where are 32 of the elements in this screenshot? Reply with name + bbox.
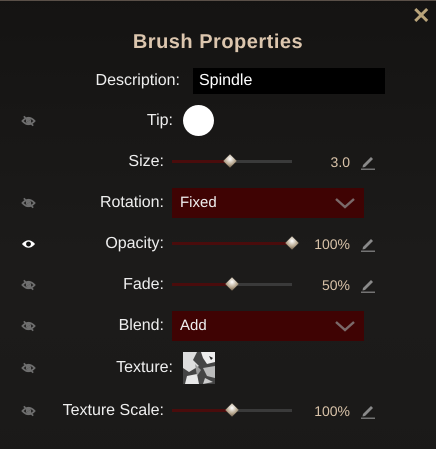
description-field[interactable]: Spindle	[193, 68, 385, 94]
field-label: Texture:	[115, 359, 173, 377]
field-label: Rotation:	[98, 194, 164, 212]
chevron-down-icon	[334, 196, 356, 208]
field-label: Opacity:	[104, 234, 164, 252]
slider-value: 50%	[320, 276, 350, 292]
hidden-eye-icon[interactable]	[20, 196, 36, 208]
dropdown[interactable]: Add	[172, 310, 364, 340]
dropdown[interactable]: Fixed	[172, 188, 364, 218]
hidden-eye-icon[interactable]	[20, 404, 36, 416]
dialog-title: Brush Properties	[132, 31, 304, 54]
slider-thumb[interactable]	[285, 236, 299, 250]
slider-value: 3.0	[330, 154, 350, 170]
close-button[interactable]: ✕	[412, 5, 430, 27]
slider-value: 100%	[313, 402, 350, 418]
hidden-eye-icon[interactable]	[20, 278, 36, 290]
field-label: Fade:	[122, 276, 164, 294]
brush-tip-swatch[interactable]	[183, 105, 214, 136]
hidden-eye-icon[interactable]	[20, 320, 36, 332]
slider-thumb[interactable]	[225, 403, 239, 417]
slider-thumb[interactable]	[222, 154, 236, 168]
field-label: Texture Scale:	[62, 402, 164, 420]
field-label: Blend:	[118, 316, 164, 334]
chevron-down-icon	[334, 320, 356, 332]
slider-thumb[interactable]	[225, 277, 239, 291]
hidden-eye-icon[interactable]	[20, 114, 36, 126]
field-label: Description:	[94, 72, 180, 90]
field-label: Size:	[127, 152, 164, 170]
slider-value: 100%	[313, 236, 350, 252]
eye-icon[interactable]	[20, 238, 36, 250]
hidden-eye-icon[interactable]	[20, 362, 36, 374]
field-label: Tip:	[146, 112, 173, 130]
